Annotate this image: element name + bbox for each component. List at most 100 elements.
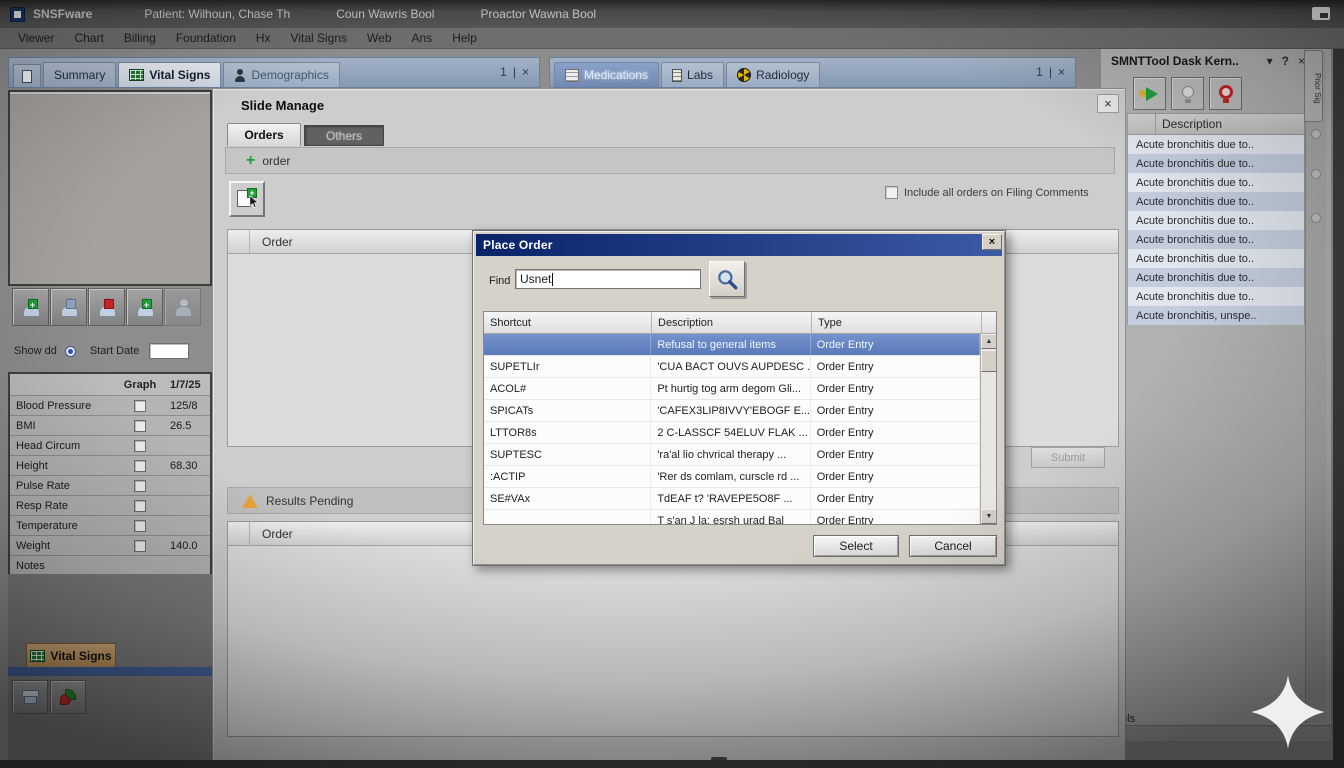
- diagnosis-row[interactable]: Acute bronchitis due to..: [1127, 268, 1305, 287]
- diagnosis-row[interactable]: Acute bronchitis due to..: [1127, 211, 1305, 230]
- scroll-up-button[interactable]: ▲: [981, 334, 997, 349]
- edit-entry-button[interactable]: [50, 288, 87, 326]
- help-icon[interactable]: ?: [1282, 54, 1289, 68]
- graph-checkbox[interactable]: [134, 500, 146, 512]
- diagnosis-row[interactable]: Acute bronchitis due to..: [1127, 192, 1305, 211]
- graph-checkbox[interactable]: [134, 520, 146, 532]
- cancel-button[interactable]: Cancel: [909, 535, 997, 557]
- add-entry-button[interactable]: +: [126, 288, 163, 326]
- order-result-row[interactable]: SPICATs 'CAFEX3LIP8IVVY'EBOGF E... Order…: [484, 400, 980, 422]
- tab-demographics[interactable]: Demographics: [223, 62, 339, 87]
- order-result-row[interactable]: ACOL# Pt hurtig tog arm degom Gli... Ord…: [484, 378, 980, 400]
- tab-labs[interactable]: Labs: [661, 62, 724, 87]
- strip-dot-icon[interactable]: [1311, 129, 1321, 139]
- order-result-row[interactable]: SUPTESC 'ra'al lio chvrical therapy ... …: [484, 444, 980, 466]
- medications-icon: [565, 69, 579, 82]
- graph-checkbox[interactable]: [134, 460, 146, 472]
- diagnosis-row[interactable]: Acute bronchitis, unspe..: [1127, 306, 1305, 325]
- menu-item[interactable]: Help: [442, 31, 487, 45]
- diagnosis-row[interactable]: Acute bronchitis due to..: [1127, 287, 1305, 306]
- menu-item[interactable]: Viewer: [8, 31, 64, 45]
- scroll-thumb[interactable]: [981, 350, 997, 372]
- vitals-row[interactable]: Pulse Rate: [10, 476, 210, 496]
- tab-document[interactable]: [13, 64, 41, 87]
- order-result-row[interactable]: SE#VAx TdEAF t? 'RAVEPE5O8F ... Order En…: [484, 488, 980, 510]
- menu-item[interactable]: Chart: [64, 31, 113, 45]
- vitals-row[interactable]: Blood Pressure 125/8: [10, 396, 210, 416]
- dialog-close-button[interactable]: ×: [982, 234, 1002, 250]
- tab-summary[interactable]: Summary: [43, 62, 116, 87]
- tab-vital-signs[interactable]: Vital Signs: [118, 62, 221, 87]
- graph-checkbox[interactable]: [134, 420, 146, 432]
- chart-tabstrip: Summary Vital Signs Demographics 1 | ×: [8, 57, 540, 88]
- find-input[interactable]: Usnet: [515, 269, 701, 289]
- flag-entry-button[interactable]: [88, 288, 125, 326]
- start-date-input[interactable]: [149, 343, 189, 359]
- vitals-row[interactable]: Head Circum: [10, 436, 210, 456]
- order-manager-close-button[interactable]: ×: [1097, 94, 1119, 113]
- graph-checkbox[interactable]: [134, 440, 146, 452]
- search-button[interactable]: [709, 261, 745, 297]
- order-result-row[interactable]: T s'an J la: esrsh urad Bal Order Entry: [484, 510, 980, 524]
- select-button[interactable]: Select: [813, 535, 899, 557]
- scroll-down-button[interactable]: ▼: [981, 509, 997, 524]
- description-cell: Refusal to general items: [651, 334, 810, 355]
- show-radio[interactable]: [65, 346, 76, 357]
- type-column-header[interactable]: Type: [812, 312, 982, 333]
- order-result-row[interactable]: SUPETLIr 'CUA BACT OUVS AUPDESC ... Orde…: [484, 356, 980, 378]
- dialog-titlebar[interactable]: Place Order: [476, 234, 1002, 256]
- growth-chart-button[interactable]: [50, 680, 86, 714]
- diagnosis-row[interactable]: Acute bronchitis due to..: [1127, 135, 1305, 154]
- add-patient-note-button[interactable]: +: [12, 288, 49, 326]
- diagnosis-row[interactable]: Acute bronchitis due to..: [1127, 173, 1305, 192]
- order-result-row[interactable]: Refusal to general items Order Entry: [484, 334, 980, 356]
- diagnosis-row[interactable]: Acute bronchitis due to..: [1127, 249, 1305, 268]
- description-column-header[interactable]: Description: [1156, 114, 1304, 134]
- graph-checkbox[interactable]: [134, 400, 146, 412]
- order-toolbar: + order: [225, 147, 1115, 174]
- diagnosis-row[interactable]: Acute bronchitis due to..: [1127, 230, 1305, 249]
- strip-dot-icon[interactable]: [1311, 213, 1321, 223]
- dropdown-icon[interactable]: ▾: [1267, 54, 1273, 68]
- vitals-row[interactable]: Temperature: [10, 516, 210, 536]
- add-order-link[interactable]: order: [262, 154, 290, 168]
- tab-radiology[interactable]: Radiology: [726, 62, 820, 87]
- vitals-row[interactable]: Resp Rate: [10, 496, 210, 516]
- menu-item[interactable]: Billing: [114, 31, 166, 45]
- order-result-row[interactable]: LTTOR8s 2 C-LASSCF 54ELUV FLAK ... Order…: [484, 422, 980, 444]
- order-result-row[interactable]: :ACTIP 'Rer ds comlam, curscle rd ... Or…: [484, 466, 980, 488]
- menu-item[interactable]: Web: [357, 31, 401, 45]
- graph-checkbox[interactable]: [134, 480, 146, 492]
- vital-signs-bottom-tab[interactable]: Vital Signs: [26, 643, 116, 667]
- new-order-button[interactable]: +: [229, 181, 265, 217]
- shortcut-cell: [484, 334, 651, 355]
- vitals-row[interactable]: Height 68.30: [10, 456, 210, 476]
- menu-item[interactable]: Hx: [246, 31, 281, 45]
- print-button[interactable]: [12, 680, 48, 714]
- menu-item[interactable]: Ans: [402, 31, 443, 45]
- tab-medications[interactable]: Medications: [554, 62, 659, 87]
- tabstrip-close-icon[interactable]: ×: [522, 65, 529, 79]
- vitals-row[interactable]: BMI 26.5: [10, 416, 210, 436]
- window-restore-icon[interactable]: [1312, 7, 1330, 20]
- tab-orders[interactable]: Orders: [227, 123, 301, 146]
- include-orders-checkbox[interactable]: [885, 186, 898, 199]
- menu-item[interactable]: Vital Signs: [281, 31, 357, 45]
- alert-button[interactable]: [1209, 77, 1242, 110]
- suggestion-off-button[interactable]: [1171, 77, 1204, 110]
- vitals-row[interactable]: Notes: [10, 556, 210, 576]
- menu-item[interactable]: Foundation: [166, 31, 246, 45]
- results-scrollbar[interactable]: ▲ ▼: [980, 334, 996, 524]
- strip-dot-icon[interactable]: [1311, 169, 1321, 179]
- diagnosis-row[interactable]: Acute bronchitis due to..: [1127, 154, 1305, 173]
- tabstrip-close-icon[interactable]: ×: [1058, 65, 1065, 79]
- graph-checkbox[interactable]: [134, 540, 146, 552]
- shortcut-column-header[interactable]: Shortcut: [484, 312, 652, 333]
- vitals-row[interactable]: Weight 140.0: [10, 536, 210, 556]
- vitals-table: Graph 1/7/25 Blood Pressure 125/8 BMI 26…: [8, 372, 212, 578]
- include-orders-label: Include all orders on Filing Comments: [904, 187, 1089, 199]
- side-vertical-tab[interactable]: Prior Sig: [1304, 50, 1323, 122]
- run-button[interactable]: [1133, 77, 1166, 110]
- tab-others[interactable]: Others: [304, 125, 384, 146]
- description-column-header[interactable]: Description: [652, 312, 812, 333]
